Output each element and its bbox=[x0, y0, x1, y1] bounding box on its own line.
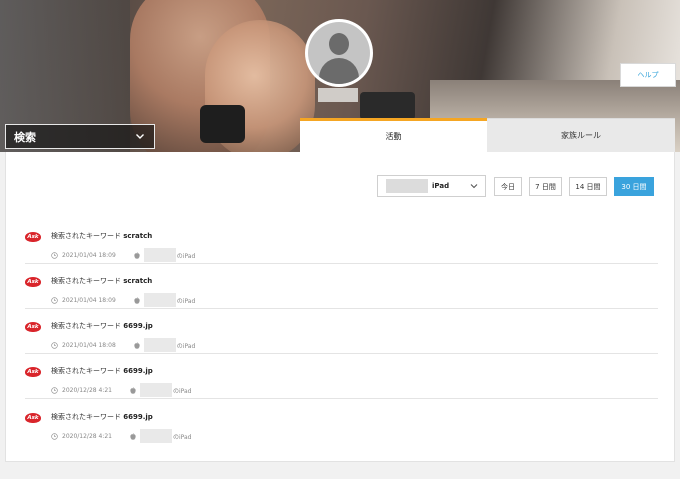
device-owner-redacted bbox=[143, 248, 176, 262]
entry-title: 検索されたキーワード 6699.jp bbox=[51, 413, 153, 421]
profile-avatar bbox=[305, 19, 373, 87]
entry-meta: 2020/12/28 4:21 のiPad bbox=[51, 383, 191, 397]
device-owner-redacted bbox=[139, 383, 172, 397]
entry-meta: 2020/12/28 4:21 のiPad bbox=[51, 429, 191, 443]
entry-device: のiPad bbox=[176, 342, 196, 350]
clock-icon bbox=[51, 432, 58, 440]
device-owner-redacted bbox=[143, 293, 176, 307]
apple-icon bbox=[134, 251, 140, 259]
device-owner-redacted bbox=[143, 338, 176, 352]
entry-meta: 2021/01/04 18:09 のiPad bbox=[51, 248, 195, 262]
profile-name-redacted bbox=[318, 88, 358, 102]
ask-logo-icon: Ask bbox=[25, 367, 41, 377]
activity-entry: Ask 検索されたキーワード scratch 2021/01/04 18:09 … bbox=[25, 264, 658, 309]
entry-time: 2021/01/04 18:09 bbox=[62, 296, 116, 304]
activity-entry: Ask 検索されたキーワード 6699.jp 2020/12/28 4:21 の… bbox=[25, 354, 658, 399]
tab-family-rules[interactable]: 家族ルール bbox=[487, 118, 675, 152]
entry-device: のiPad bbox=[172, 433, 192, 441]
entry-device: のiPad bbox=[176, 252, 196, 260]
device-dropdown[interactable]: iPad bbox=[377, 175, 486, 197]
entry-keyword: scratch bbox=[123, 277, 153, 285]
clock-icon bbox=[51, 296, 58, 304]
entry-title: 検索されたキーワード scratch bbox=[51, 277, 153, 285]
range-30-days-button[interactable]: 30 日間 bbox=[614, 177, 654, 196]
avatar-placeholder-icon bbox=[308, 22, 370, 84]
category-dropdown[interactable]: 検索 bbox=[5, 124, 155, 149]
apple-icon bbox=[134, 341, 140, 349]
help-button[interactable]: ヘルプ bbox=[620, 63, 676, 87]
clock-icon bbox=[51, 251, 58, 259]
entry-title: 検索されたキーワード 6699.jp bbox=[51, 322, 153, 330]
category-label: 検索 bbox=[14, 130, 36, 144]
entry-keyword: 6699.jp bbox=[123, 413, 153, 421]
entry-time: 2020/12/28 4:21 bbox=[62, 432, 112, 440]
ask-logo-icon: Ask bbox=[25, 322, 41, 332]
entry-device: のiPad bbox=[176, 297, 196, 305]
device-owner-redacted bbox=[386, 179, 428, 193]
entry-title: 検索されたキーワード scratch bbox=[51, 232, 153, 240]
activity-entry: Ask 検索されたキーワード 6699.jp 2020/12/28 4:21 の… bbox=[25, 400, 658, 445]
clock-icon bbox=[51, 386, 58, 394]
apple-icon bbox=[130, 386, 136, 394]
clock-icon bbox=[51, 341, 58, 349]
entry-meta: 2021/01/04 18:08 のiPad bbox=[51, 338, 195, 352]
ask-logo-icon: Ask bbox=[25, 277, 41, 287]
tab-family-rules-label: 家族ルール bbox=[561, 131, 601, 140]
entry-device: のiPad bbox=[172, 387, 192, 395]
hero-photo-phone bbox=[200, 105, 245, 143]
entry-keyword: scratch bbox=[123, 232, 153, 240]
entry-title: 検索されたキーワード 6699.jp bbox=[51, 367, 153, 375]
apple-icon bbox=[134, 296, 140, 304]
entry-time: 2021/01/04 18:08 bbox=[62, 341, 116, 349]
activity-entry: Ask 検索されたキーワード scratch 2021/01/04 18:09 … bbox=[25, 219, 658, 264]
range-7-days-button[interactable]: 7 日間 bbox=[529, 177, 562, 196]
range-today-button[interactable]: 今日 bbox=[494, 177, 522, 196]
entry-time: 2021/01/04 18:09 bbox=[62, 251, 116, 259]
entry-keyword: 6699.jp bbox=[123, 322, 153, 330]
chevron-down-icon bbox=[136, 134, 144, 139]
tab-activity[interactable]: 活動 bbox=[300, 118, 487, 152]
chevron-down-icon bbox=[470, 184, 478, 189]
activity-entry: Ask 検索されたキーワード 6699.jp 2021/01/04 18:08 … bbox=[25, 309, 658, 354]
apple-icon bbox=[130, 432, 136, 440]
device-owner-redacted bbox=[139, 429, 172, 443]
device-label: iPad bbox=[432, 182, 450, 190]
ask-logo-icon: Ask bbox=[25, 413, 41, 423]
entry-time: 2020/12/28 4:21 bbox=[62, 386, 112, 394]
entry-meta: 2021/01/04 18:09 のiPad bbox=[51, 293, 195, 307]
hero-photo-tablet bbox=[360, 92, 415, 120]
tab-activity-label: 活動 bbox=[385, 132, 402, 141]
entry-keyword: 6699.jp bbox=[123, 367, 153, 375]
ask-logo-icon: Ask bbox=[25, 232, 41, 242]
range-14-days-button[interactable]: 14 日間 bbox=[569, 177, 607, 196]
